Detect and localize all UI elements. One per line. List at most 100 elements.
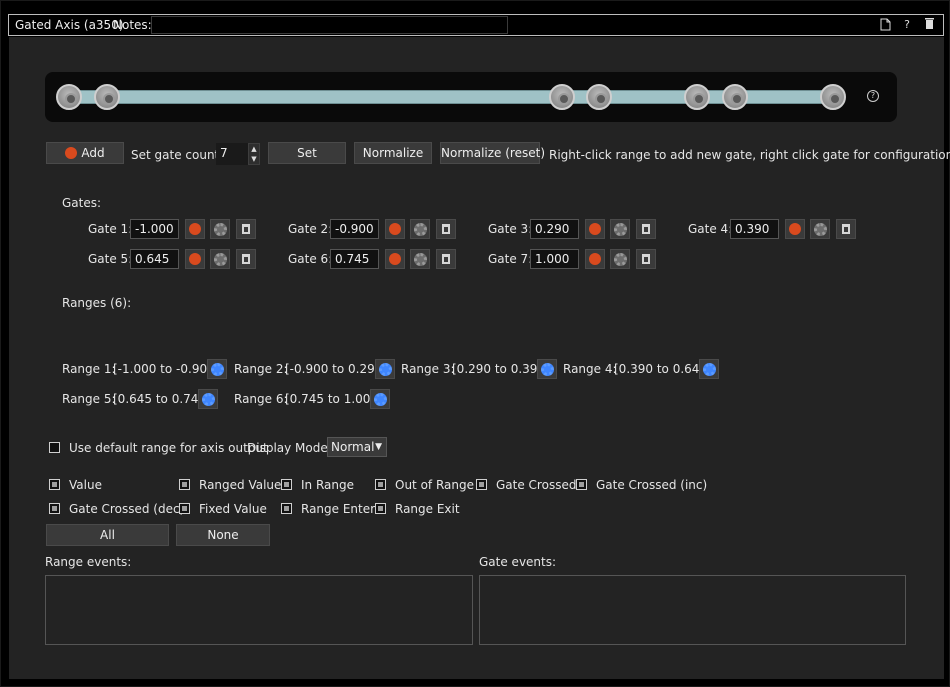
range-value: [0.290 to 0.390] (452, 362, 550, 376)
trash-icon[interactable] (922, 18, 936, 32)
gate-delete-button[interactable] (436, 249, 456, 269)
help-icon[interactable]: ? (900, 18, 914, 32)
gate-config-button[interactable] (410, 219, 430, 239)
document-icon[interactable] (878, 18, 892, 32)
record-icon (589, 223, 601, 235)
trash-icon (642, 224, 650, 234)
gate-label: Gate 7: (488, 252, 533, 266)
event-option-label: Range Enter (301, 502, 376, 516)
gate-delete-button[interactable] (836, 219, 856, 239)
gate-record-button[interactable] (385, 249, 405, 269)
gate-config-button[interactable] (610, 219, 630, 239)
gate-record-button[interactable] (585, 249, 605, 269)
gate-delete-button[interactable] (436, 219, 456, 239)
range-config-button[interactable] (375, 359, 395, 379)
event-option-checkbox[interactable] (49, 479, 60, 490)
gate-handle[interactable] (684, 84, 710, 110)
gates-header: Gates: (62, 196, 102, 210)
gate-config-button[interactable] (610, 249, 630, 269)
event-option-label: Range Exit (395, 502, 460, 516)
set-button[interactable]: Set (268, 142, 346, 164)
trash-icon (242, 254, 250, 264)
event-option-checkbox[interactable] (375, 479, 386, 490)
record-icon (389, 223, 401, 235)
hint-text: Right-click range to add new gate, right… (549, 148, 950, 162)
gate-value-input[interactable]: 0.290 (530, 219, 579, 239)
gate-record-button[interactable] (585, 219, 605, 239)
range-config-button[interactable] (699, 359, 719, 379)
chevron-down-icon: ▼ (375, 442, 382, 452)
gate-value-input[interactable]: -1.000 (130, 219, 179, 239)
gate-handle[interactable] (94, 84, 120, 110)
display-mode-select[interactable]: Normal ▼ (327, 437, 387, 457)
gate-handle[interactable] (56, 84, 82, 110)
gate-count-label: Set gate count: (131, 148, 224, 162)
event-option-checkbox[interactable] (179, 479, 190, 490)
gate-delete-button[interactable] (636, 219, 656, 239)
gear-icon (613, 222, 627, 236)
range-events-list[interactable] (45, 575, 473, 645)
gate-handle[interactable] (722, 84, 748, 110)
event-option-checkbox[interactable] (281, 503, 292, 514)
help-icon[interactable]: ? (867, 90, 879, 102)
gate-handle[interactable] (820, 84, 846, 110)
gate-record-button[interactable] (785, 219, 805, 239)
range-value: [-1.000 to -0.900] (113, 362, 220, 376)
gate-events-list[interactable] (479, 575, 906, 645)
event-option-checkbox[interactable] (476, 479, 487, 490)
event-option-checkbox[interactable] (375, 503, 386, 514)
all-button[interactable]: All (46, 524, 169, 546)
event-option-label: Fixed Value (199, 502, 267, 516)
add-button[interactable]: Add (46, 142, 124, 164)
gate-label: Gate 4: (688, 222, 733, 236)
gate-value-input[interactable]: 1.000 (530, 249, 579, 269)
notes-input[interactable] (151, 16, 508, 34)
gate-config-button[interactable] (210, 219, 230, 239)
gate-record-button[interactable] (185, 249, 205, 269)
gate-count-input[interactable]: 7 (216, 143, 250, 165)
gate-config-button[interactable] (810, 219, 830, 239)
gate-value-input[interactable]: 0.745 (330, 249, 379, 269)
gate-slider[interactable]: ? (45, 72, 897, 122)
range-config-button[interactable] (207, 359, 227, 379)
default-range-checkbox[interactable] (49, 442, 60, 453)
gate-handle[interactable] (586, 84, 612, 110)
gate-config-button[interactable] (210, 249, 230, 269)
event-option-label: Ranged Value (199, 478, 282, 492)
gate-label: Gate 2: (288, 222, 333, 236)
gated-axis-panel: ? Add Set gate count: 7 ▲ ▼ Set Normalize… (9, 37, 950, 679)
range-config-button[interactable] (198, 389, 218, 409)
range-config-button[interactable] (370, 389, 390, 409)
gear-icon (813, 222, 827, 236)
gate-handle[interactable] (549, 84, 575, 110)
default-range-label: Use default range for axis output (69, 441, 268, 455)
event-option-checkbox[interactable] (281, 479, 292, 490)
gate-delete-button[interactable] (236, 219, 256, 239)
event-option-checkbox[interactable] (576, 479, 587, 490)
gate-value-input[interactable]: 0.390 (730, 219, 779, 239)
gate-record-button[interactable] (185, 219, 205, 239)
record-icon (389, 253, 401, 265)
range-label: Range 1: (62, 362, 116, 376)
gate-delete-button[interactable] (636, 249, 656, 269)
trash-icon (842, 224, 850, 234)
range-config-button[interactable] (537, 359, 557, 379)
gate-value-input[interactable]: 0.645 (130, 249, 179, 269)
gate-count-stepper[interactable]: ▲ ▼ (248, 143, 260, 165)
slider-track[interactable] (65, 90, 835, 104)
event-option-checkbox[interactable] (49, 503, 60, 514)
title-bar: Gated Axis (a350) Notes: ? (8, 14, 944, 36)
record-icon (189, 223, 201, 235)
add-label: Add (81, 146, 105, 160)
normalize-reset-button[interactable]: Normalize (reset) (440, 142, 545, 164)
gate-config-button[interactable] (410, 249, 430, 269)
display-mode-value: Normal (331, 440, 375, 454)
event-option-checkbox[interactable] (179, 503, 190, 514)
gate-delete-button[interactable] (236, 249, 256, 269)
none-button[interactable]: None (176, 524, 270, 546)
trash-icon (442, 224, 450, 234)
record-icon (789, 223, 801, 235)
gate-value-input[interactable]: -0.900 (330, 219, 379, 239)
gate-record-button[interactable] (385, 219, 405, 239)
normalize-button[interactable]: Normalize (354, 142, 432, 164)
